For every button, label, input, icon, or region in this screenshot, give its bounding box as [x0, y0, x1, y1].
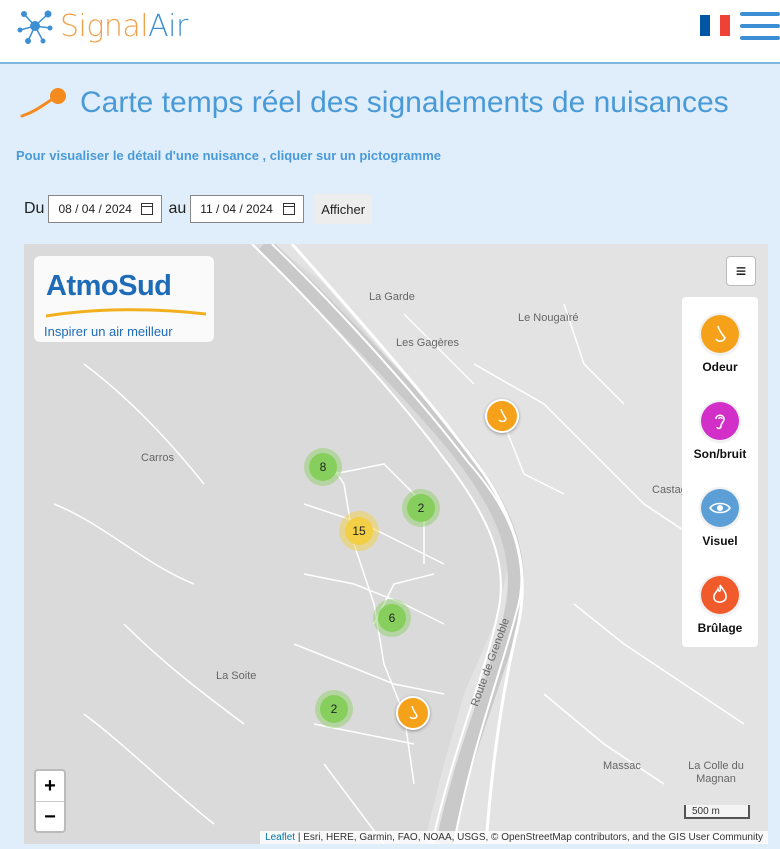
cluster-count: 2: [320, 695, 348, 723]
cluster-count: 8: [309, 453, 337, 481]
flag-band-red: [720, 15, 730, 36]
to-label: au: [168, 200, 187, 217]
zoom-out-button[interactable]: −: [36, 802, 64, 832]
nose-icon: [498, 408, 507, 423]
scale-bar: 500 m: [684, 805, 750, 819]
layers-menu-button[interactable]: ≡: [726, 256, 756, 286]
show-button[interactable]: Afficher: [314, 194, 373, 224]
flag-band-blue: [700, 15, 710, 36]
cluster-marker[interactable]: 6: [373, 599, 411, 637]
cluster-marker[interactable]: 2: [315, 690, 353, 728]
from-label: Du: [24, 200, 45, 217]
ear-icon: [701, 402, 739, 440]
header: SignalAir: [0, 0, 780, 64]
menu-icon[interactable]: [740, 12, 780, 40]
calendar-icon[interactable]: [283, 203, 296, 215]
legend-item-odeur[interactable]: Odeur: [682, 315, 758, 374]
legend-label: Son/bruit: [693, 447, 747, 461]
to-date-value: 11 / 04 / 2024: [200, 202, 273, 216]
place-label: La Colle du Magnan: [688, 760, 744, 785]
atmosud-logo: AtmoSud Inspirer un air meilleur: [34, 256, 214, 342]
cluster-count: 2: [407, 494, 435, 522]
language-flag-icon[interactable]: [700, 15, 730, 36]
to-date-input[interactable]: 11 / 04 / 2024: [190, 195, 305, 223]
date-filter: Du 08 / 04 / 2024 au 11 / 04 / 2024 Affi…: [24, 194, 373, 224]
leaflet-link[interactable]: Leaflet: [265, 832, 295, 843]
place-label: Massac: [603, 760, 641, 772]
place-label: La Soite: [216, 670, 257, 682]
attribution-text: | Esri, HERE, Garmin, FAO, NOAA, USGS, ©…: [295, 832, 763, 843]
place-label: Les Gagères: [396, 337, 459, 349]
nose-icon: [409, 705, 418, 720]
swoosh-icon: [46, 308, 206, 318]
flag-band-white: [710, 15, 720, 36]
calendar-icon[interactable]: [141, 203, 154, 215]
page-title-text: Carte temps réel des signalements de nui…: [80, 86, 729, 119]
legend-item-brulage[interactable]: Brûlage: [682, 576, 758, 635]
odor-marker[interactable]: [396, 696, 430, 730]
place-label: Carros: [141, 452, 175, 464]
eye-icon: [701, 489, 739, 527]
from-date-input[interactable]: 08 / 04 / 2024: [48, 195, 163, 223]
molecule-logo-icon: [17, 10, 53, 44]
zoom-in-button[interactable]: +: [36, 771, 64, 802]
map-attribution: Leaflet | Esri, HERE, Garmin, FAO, NOAA,…: [260, 831, 768, 844]
cluster-count: 15: [345, 517, 373, 545]
cluster-marker[interactable]: 15: [339, 511, 379, 551]
page-instructions: Pour visualiser le détail d'une nuisance…: [16, 148, 441, 163]
odor-marker[interactable]: [485, 399, 519, 433]
map[interactable]: La Garde Le Nougaïré Les Gagères Carros …: [24, 244, 768, 844]
nuisance-legend: Odeur Son/bruit Visuel Brûlage: [682, 297, 758, 647]
atmosud-name: AtmoSud: [46, 270, 172, 302]
flame-icon: [701, 576, 739, 614]
legend-item-son-bruit[interactable]: Son/bruit: [682, 402, 758, 461]
nose-icon: [701, 315, 739, 353]
legend-label: Brûlage: [697, 621, 743, 635]
signalair-logo[interactable]: SignalAir: [16, 6, 188, 46]
place-label: Le Nougaïré: [518, 312, 579, 324]
cluster-marker[interactable]: 8: [304, 448, 342, 486]
from-date-value: 08 / 04 / 2024: [58, 202, 132, 216]
page-title: Carte temps réel des signalements de nui…: [20, 86, 729, 120]
cluster-marker[interactable]: 2: [402, 489, 440, 527]
atmosud-tagline: Inspirer un air meilleur: [44, 324, 173, 339]
list-icon: ≡: [735, 260, 747, 281]
zoom-control: + −: [34, 769, 66, 833]
legend-item-visuel[interactable]: Visuel: [682, 489, 758, 548]
legend-label: Visuel: [702, 534, 738, 548]
legend-label: Odeur: [702, 360, 738, 374]
cluster-count: 6: [378, 604, 406, 632]
brush-stroke-icon: [20, 88, 66, 118]
app-name: SignalAir: [60, 8, 188, 44]
place-label: La Garde: [369, 291, 415, 303]
